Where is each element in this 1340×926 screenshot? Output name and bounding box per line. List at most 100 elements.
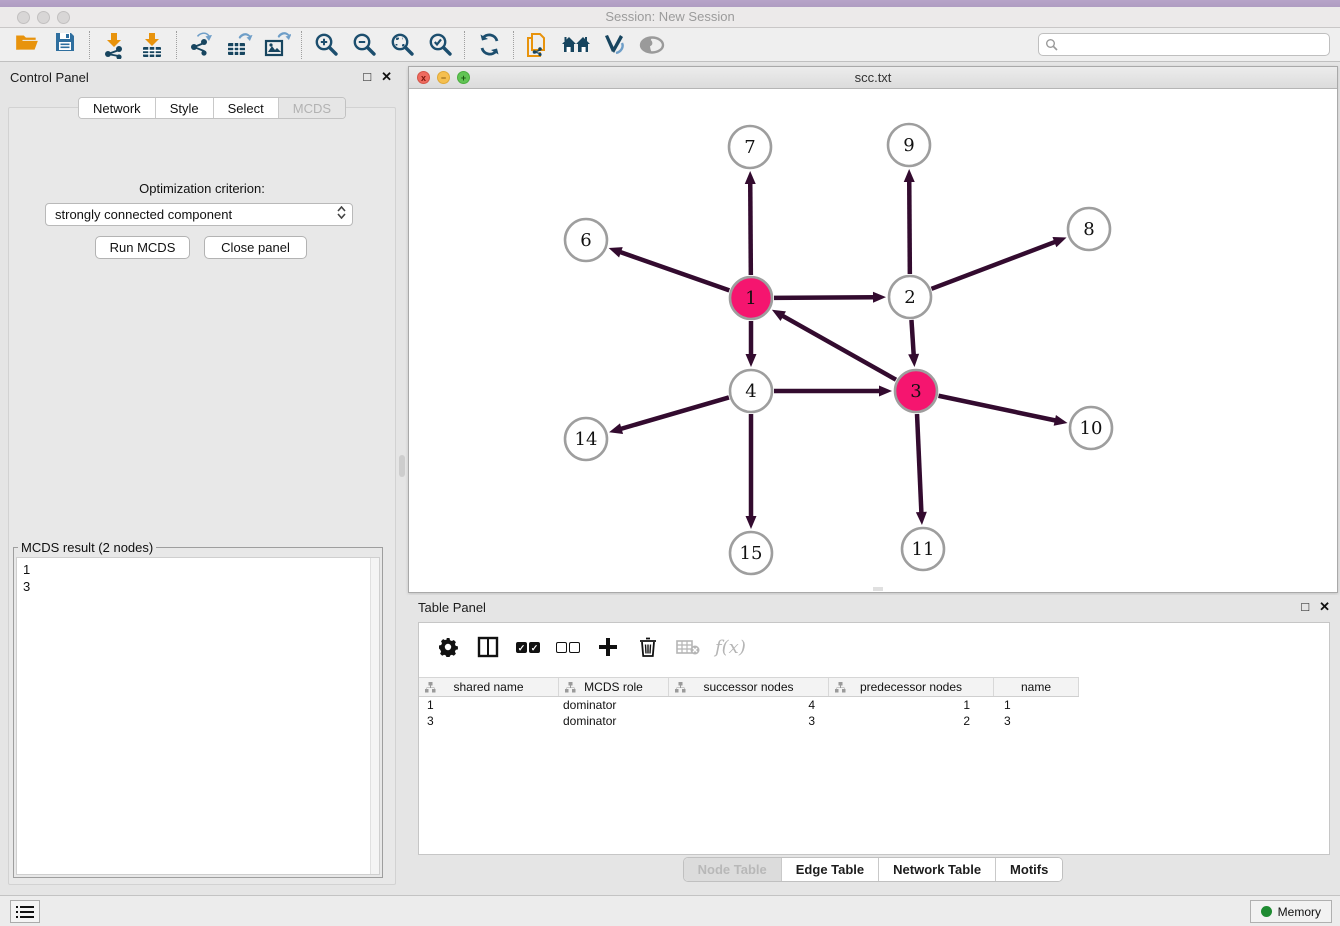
toolbar-separator [301,31,302,59]
graph-node-label: 4 [745,381,756,402]
graph-edge-1-6[interactable] [619,252,729,291]
duplicate-network-button[interactable] [519,30,557,60]
show-columns-button[interactable] [475,634,501,660]
tab-mcds[interactable]: MCDS [279,98,345,118]
checked-box-icon: ✓ [529,642,540,653]
column-header-predecessor-nodes[interactable]: predecessor nodes [829,678,994,696]
open-session-button[interactable] [8,30,46,60]
column-type-icon [425,682,436,693]
graph-edge-3-10[interactable] [939,396,1057,421]
tab-network-table[interactable]: Network Table [879,858,996,881]
node-table-container: ✓✓ [418,622,1330,855]
table-cell[interactable]: 3 [994,714,1079,730]
close-panel-button[interactable]: Close panel [204,236,307,259]
duplicate-network-icon [524,31,552,59]
search-field[interactable] [1038,33,1330,56]
mcds-result-textarea[interactable]: 1 3 [16,557,380,875]
graph-edge-3-11[interactable] [917,414,921,514]
graph-edge-2-9[interactable] [909,180,910,274]
graph-arrowhead [746,516,757,529]
column-header-name[interactable]: name [994,678,1079,696]
run-mcds-button[interactable]: Run MCDS [95,236,190,259]
graph-edge-1-7[interactable] [750,182,751,275]
refresh-layout-button[interactable] [470,30,508,60]
export-image-button[interactable] [258,30,296,60]
column-header-shared-name[interactable]: shared name [419,678,559,696]
gear-icon [438,637,458,657]
zoom-selected-button[interactable] [421,30,459,60]
memory-button[interactable]: Memory [1250,900,1332,923]
network-window-titlebar[interactable]: x − + scc.txt [409,67,1337,89]
optimization-criterion-label: Optimization criterion: [9,181,395,196]
export-network-button[interactable] [182,30,220,60]
zoom-in-icon [313,31,340,58]
save-session-button[interactable] [46,30,84,60]
criterion-select[interactable]: strongly connected component [45,203,353,226]
column-header-successor-nodes[interactable]: successor nodes [669,678,829,696]
tab-node-table[interactable]: Node Table [684,858,782,881]
table-cell[interactable]: 1 [829,698,994,714]
graph-edge-4-14[interactable] [620,397,729,429]
table-cell[interactable]: 3 [669,714,829,730]
table-cell[interactable]: 4 [669,698,829,714]
graph-arrowhead [609,423,623,434]
table-row[interactable]: 3dominator323 [419,714,1329,730]
graph-node-label: 7 [744,137,755,158]
panel-divider-grip[interactable] [399,455,405,477]
table-cell[interactable]: dominator [559,698,669,714]
export-network-icon [187,31,215,59]
tab-style[interactable]: Style [156,98,214,118]
table-cell[interactable]: 3 [419,714,559,730]
tab-network[interactable]: Network [79,98,156,118]
table-row[interactable]: 1dominator411 [419,698,1329,714]
window-title: Session: New Session [0,9,1340,24]
table-panel-close-icon[interactable]: ✕ [1319,599,1330,615]
network-graph[interactable]: 7968124314101511 [409,89,1337,592]
table-cell[interactable]: 2 [829,714,994,730]
zoom-out-button[interactable] [345,30,383,60]
graph-edge-2-3[interactable] [911,320,913,356]
table-settings-button[interactable] [435,634,461,660]
graph-arrowhead [873,292,886,303]
export-table-button[interactable] [220,30,258,60]
graph-edge-3-1[interactable] [781,315,895,380]
zoom-in-button[interactable] [307,30,345,60]
table-panel: Table Panel □ ✕ [408,595,1338,888]
graph-edge-1-2[interactable] [774,297,875,298]
unchecked-box-icon [569,642,580,653]
graph-arrowhead [879,386,892,397]
network-canvas[interactable]: 7968124314101511 [409,89,1337,592]
apply-style-button[interactable] [595,30,633,60]
tab-edge-table[interactable]: Edge Table [782,858,879,881]
table-cell[interactable]: 1 [994,698,1079,714]
control-panel-float-icon[interactable]: □ [363,69,371,85]
network-window-title: scc.txt [409,70,1337,85]
task-history-button[interactable] [10,900,40,923]
import-network-button[interactable] [95,30,133,60]
search-input[interactable] [1059,38,1323,52]
import-table-button[interactable] [133,30,171,60]
mcds-result-title: MCDS result (2 nodes) [18,540,156,555]
delete-button[interactable] [635,634,661,660]
home-layout-button[interactable] [557,30,595,60]
application-window: Session: New Session [0,0,1340,926]
table-rows[interactable]: 1dominator4113dominator323 [419,698,1329,854]
export-table-icon [225,31,253,59]
result-scrollbar[interactable] [370,558,379,874]
show-hide-button[interactable] [633,30,671,60]
add-button[interactable] [595,634,621,660]
zoom-fit-button[interactable] [383,30,421,60]
column-header-mcds-role[interactable]: MCDS role [559,678,669,696]
select-all-button[interactable]: ✓✓ [515,634,541,660]
control-panel-close-icon[interactable]: ✕ [381,69,392,85]
tab-motifs[interactable]: Motifs [996,858,1062,881]
delete-table-button [675,634,701,660]
graph-node-label: 6 [580,230,591,251]
table-cell[interactable]: dominator [559,714,669,730]
graph-edge-2-8[interactable] [932,241,1057,288]
table-cell[interactable]: 1 [419,698,559,714]
criterion-value: strongly connected component [55,207,232,222]
tab-select[interactable]: Select [214,98,279,118]
deselect-all-button[interactable] [555,634,581,660]
table-panel-float-icon[interactable]: □ [1301,599,1309,615]
